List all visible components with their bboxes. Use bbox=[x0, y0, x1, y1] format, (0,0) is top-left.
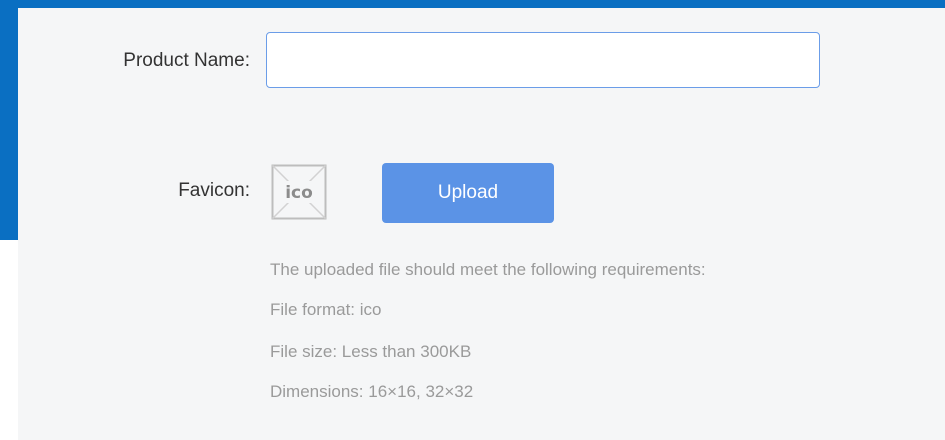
settings-panel: Product Name: Favicon: ico Upload The up… bbox=[18, 8, 945, 440]
upload-button[interactable]: Upload bbox=[382, 163, 554, 223]
requirement-size: File size: Less than 300KB bbox=[270, 342, 472, 361]
product-name-input[interactable] bbox=[266, 32, 820, 88]
top-blue-bar bbox=[0, 0, 945, 8]
ico-file-placeholder-icon: ico bbox=[271, 164, 327, 220]
requirement-format: File format: ico bbox=[270, 300, 382, 319]
left-blue-bar bbox=[0, 0, 18, 240]
product-name-label-wrap: Product Name: bbox=[18, 50, 250, 74]
requirement-dimensions: Dimensions: 16×16, 32×32 bbox=[270, 382, 474, 401]
requirements-heading: The uploaded file should meet the follow… bbox=[270, 260, 706, 279]
product-name-label: Product Name: bbox=[123, 50, 250, 71]
favicon-label: Favicon: bbox=[178, 180, 250, 201]
favicon-placeholder-text: ico bbox=[285, 183, 313, 203]
favicon-label-wrap: Favicon: bbox=[18, 180, 250, 204]
favicon-preview: ico bbox=[271, 164, 327, 220]
